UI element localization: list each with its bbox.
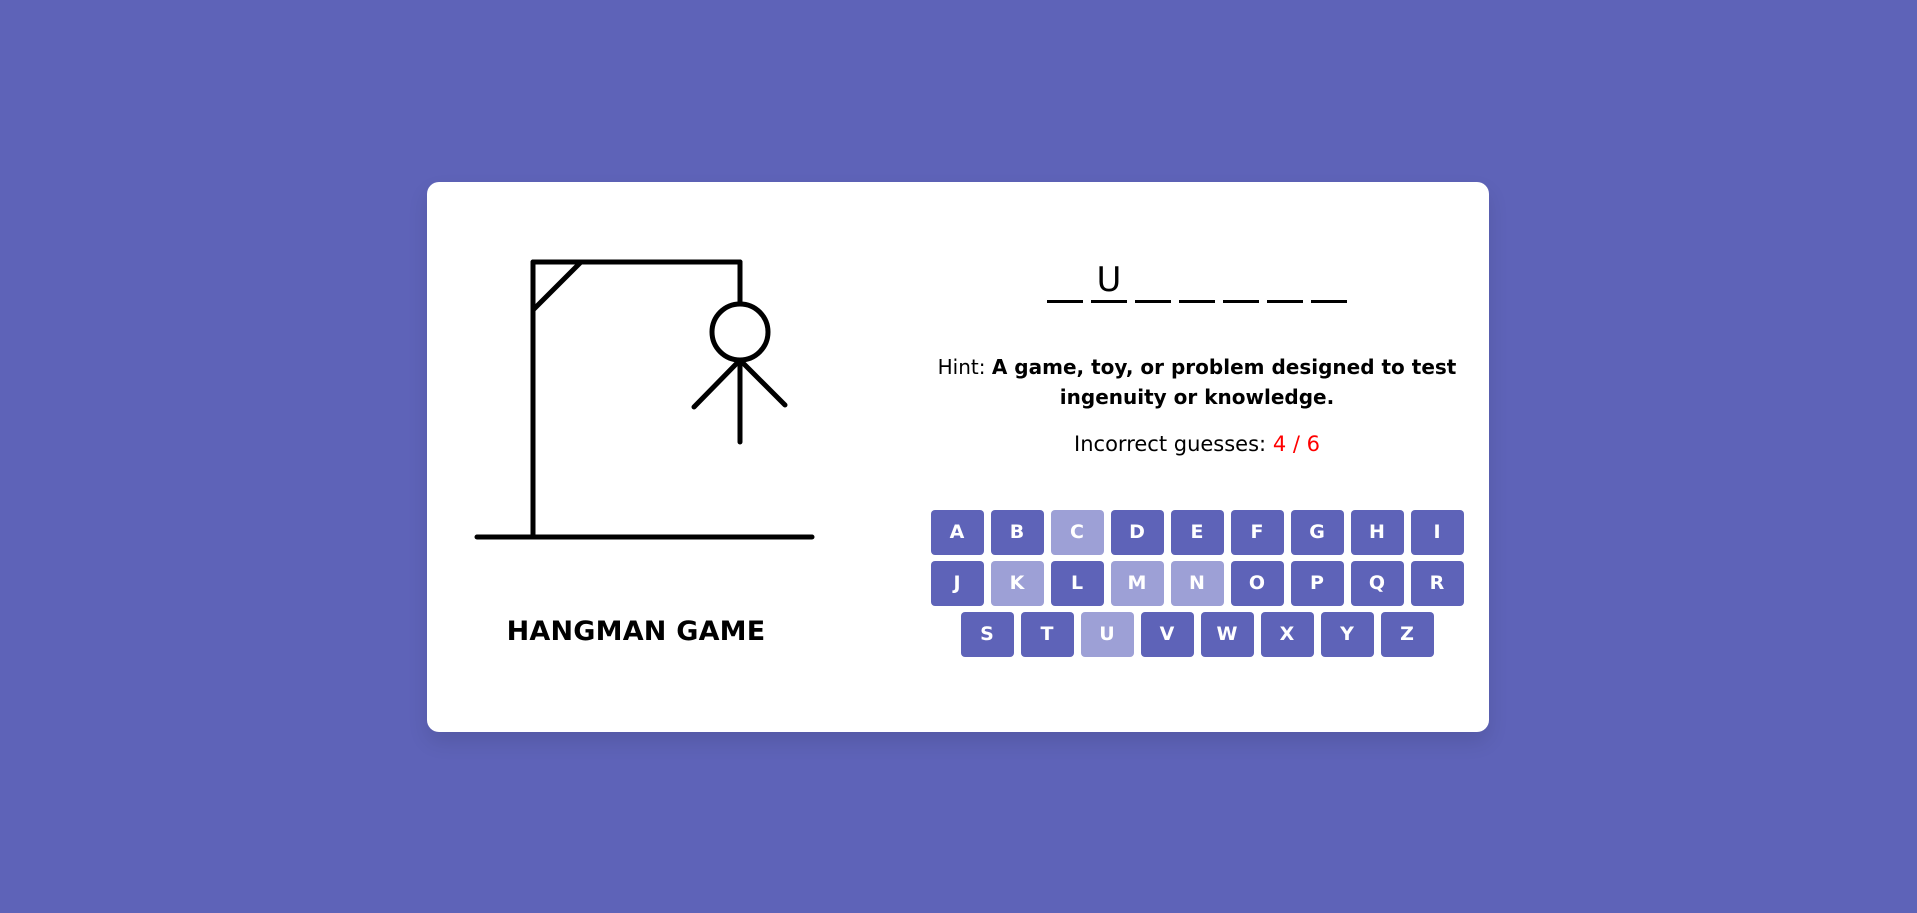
key-z[interactable]: Z — [1380, 612, 1434, 657]
hangman-drawing — [474, 259, 815, 540]
key-f[interactable]: F — [1230, 510, 1284, 555]
keyboard: A B C D E F G H I J K L M N O P Q R S T … — [897, 510, 1497, 657]
guesses-label: Incorrect guesses: — [1074, 432, 1267, 456]
key-r[interactable]: R — [1410, 561, 1464, 606]
hangman-head — [709, 301, 771, 363]
key-l[interactable]: L — [1050, 561, 1104, 606]
gallows-brace — [530, 259, 584, 313]
game-title: HANGMAN GAME — [506, 616, 766, 647]
letter-slot: U — [1091, 260, 1127, 303]
key-e[interactable]: E — [1170, 510, 1224, 555]
key-o[interactable]: O — [1230, 561, 1284, 606]
key-s[interactable]: S — [960, 612, 1014, 657]
key-b[interactable]: B — [990, 510, 1044, 555]
letter-slot — [1179, 260, 1215, 303]
key-p[interactable]: P — [1290, 561, 1344, 606]
key-j[interactable]: J — [930, 561, 984, 606]
guesses-count: 4 / 6 — [1272, 432, 1320, 456]
letter-slot — [1047, 260, 1083, 303]
key-k[interactable]: K — [990, 561, 1044, 606]
letter-slot — [1135, 260, 1171, 303]
keyboard-row: A B C D E F G H I — [930, 510, 1464, 555]
key-a[interactable]: A — [930, 510, 984, 555]
key-c[interactable]: C — [1050, 510, 1104, 555]
key-i[interactable]: I — [1410, 510, 1464, 555]
word-display: U — [897, 260, 1497, 303]
letter-slot — [1223, 260, 1259, 303]
key-n[interactable]: N — [1170, 561, 1224, 606]
letter-slot — [1267, 260, 1303, 303]
hint-content: A game, toy, or problem designed to test… — [991, 355, 1457, 409]
game-card: HANGMAN GAME U Hint: A game, toy, or pro… — [427, 182, 1489, 732]
key-v[interactable]: V — [1140, 612, 1194, 657]
hint-text: Hint: A game, toy, or problem designed t… — [897, 352, 1497, 412]
key-w[interactable]: W — [1200, 612, 1254, 657]
keyboard-row: S T U V W X Y Z — [960, 612, 1434, 657]
incorrect-guesses: Incorrect guesses: 4 / 6 — [897, 432, 1497, 456]
key-u[interactable]: U — [1080, 612, 1134, 657]
key-h[interactable]: H — [1350, 510, 1404, 555]
letter-slot — [1311, 260, 1347, 303]
key-t[interactable]: T — [1020, 612, 1074, 657]
key-m[interactable]: M — [1110, 561, 1164, 606]
hangman-right-arm — [737, 357, 788, 408]
key-x[interactable]: X — [1260, 612, 1314, 657]
key-y[interactable]: Y — [1320, 612, 1374, 657]
key-g[interactable]: G — [1290, 510, 1344, 555]
keyboard-row: J K L M N O P Q R — [930, 561, 1464, 606]
hangman-left-arm — [691, 357, 743, 410]
hint-label: Hint: — [937, 355, 986, 379]
key-q[interactable]: Q — [1350, 561, 1404, 606]
key-d[interactable]: D — [1110, 510, 1164, 555]
